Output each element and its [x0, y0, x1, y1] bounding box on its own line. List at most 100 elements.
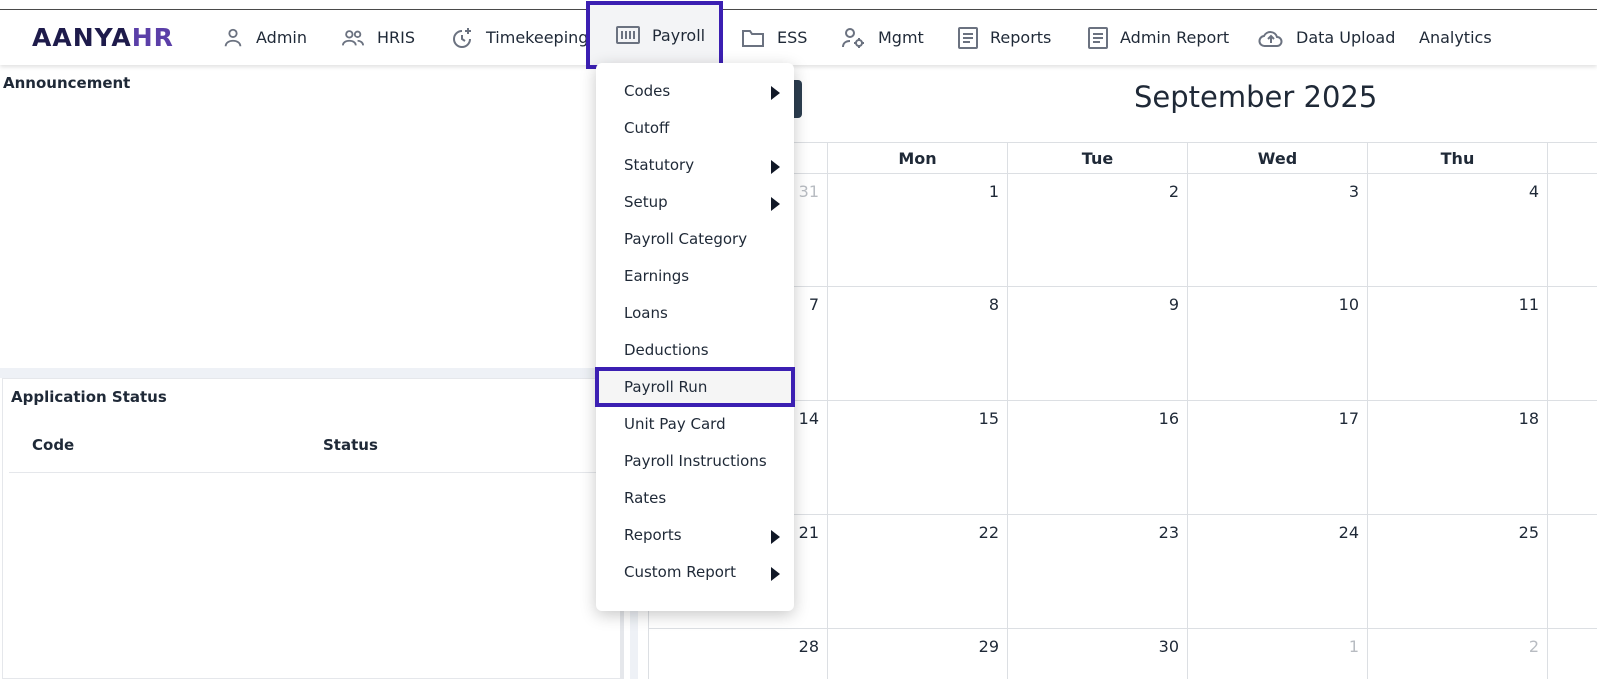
menu-item-label: Rates	[624, 489, 667, 507]
calendar-day-cell[interactable]: 25	[1368, 515, 1548, 629]
calendar-day-cell-partial[interactable]	[1548, 401, 1597, 515]
calendar-day-cell[interactable]: 8	[828, 287, 1008, 401]
calendar-day-cell[interactable]: 17	[1188, 401, 1368, 515]
nav-analytics[interactable]: Analytics	[1419, 10, 1492, 65]
calendar-day-cell[interactable]: 10	[1188, 287, 1368, 401]
menu-item-setup[interactable]: Setup	[596, 184, 794, 220]
weekday-header-tue: Tue	[1008, 142, 1188, 174]
nav-timekeeping[interactable]: Timekeeping	[450, 10, 588, 65]
people-icon	[342, 29, 364, 45]
aanyahr-logo[interactable]: AANYA HR	[32, 22, 174, 52]
logo-text-primary: AANYA	[32, 22, 132, 52]
application-status-panel: Application Status Code Status	[2, 378, 624, 679]
clock-plus-icon	[453, 27, 471, 48]
nav-ess-label: ESS	[777, 28, 808, 47]
menu-item-label: Statutory	[624, 156, 695, 174]
person-gear-icon	[842, 27, 864, 48]
calendar-day-cell[interactable]: 4	[1368, 174, 1548, 287]
menu-item-label: Setup	[624, 193, 668, 211]
menu-item-earnings[interactable]: Earnings	[596, 258, 794, 294]
menu-item-cutoff[interactable]: Cutoff	[596, 110, 794, 146]
nav-analytics-label: Analytics	[1419, 28, 1492, 47]
payroll-icon	[616, 26, 640, 44]
menu-item-unit-pay-card[interactable]: Unit Pay Card	[596, 406, 794, 442]
calendar-day-cell[interactable]: 29	[828, 629, 1008, 679]
calendar-day-cell[interactable]: 22	[828, 515, 1008, 629]
menu-item-codes[interactable]: Codes	[596, 73, 794, 109]
menu-item-deductions[interactable]: Deductions	[596, 332, 794, 368]
nav-timekeeping-label: Timekeeping	[486, 28, 589, 47]
calendar-day-cell[interactable]: 9	[1008, 287, 1188, 401]
calendar-day-cell[interactable]: 28	[648, 629, 828, 679]
menu-item-payroll-run[interactable]: Payroll Run	[595, 367, 795, 407]
calendar-day-cell-partial[interactable]	[1548, 515, 1597, 629]
top-navbar: AANYA HR Admin HRIS Timekeeping Payroll E…	[0, 1, 1597, 69]
menu-item-label: Unit Pay Card	[624, 415, 726, 433]
column-header-code: Code	[32, 436, 75, 454]
calendar-day-cell[interactable]: 15	[828, 401, 1008, 515]
menu-item-label: Payroll Category	[624, 230, 748, 248]
nav-ess[interactable]: ESS	[741, 10, 807, 65]
window-top-border	[0, 0, 1597, 10]
menu-item-custom-report[interactable]: Custom Report	[596, 554, 794, 590]
payroll-dropdown-menu: Codes Cutoff Statutory Setup Payroll Categor…	[595, 63, 795, 611]
calendar-day-cell[interactable]: 2	[1368, 629, 1548, 679]
nav-admin-report[interactable]: Admin Report	[1088, 10, 1229, 65]
nav-hris[interactable]: HRIS	[341, 10, 415, 65]
menu-item-label: Payroll Run	[624, 378, 708, 396]
nav-mgmt-label: Mgmt	[878, 28, 924, 47]
calendar-day-cell[interactable]: 1	[828, 174, 1008, 287]
document-icon	[958, 26, 978, 49]
nav-admin-label: Admin	[256, 28, 307, 47]
nav-hris-label: HRIS	[377, 28, 416, 47]
menu-item-label: Codes	[624, 82, 671, 100]
calendar-title: September 2025	[1134, 80, 1378, 114]
nav-admin-report-label: Admin Report	[1120, 28, 1230, 47]
menu-item-payroll-category[interactable]: Payroll Category	[596, 221, 794, 257]
calendar-day-cell[interactable]: 30	[1008, 629, 1188, 679]
submenu-arrow-icon	[771, 530, 780, 544]
menu-item-label: Cutoff	[624, 119, 670, 137]
nav-admin[interactable]: Admin	[222, 10, 307, 65]
folder-icon	[742, 29, 764, 47]
nav-data-upload[interactable]: Data Upload	[1258, 10, 1395, 65]
menu-item-statutory[interactable]: Statutory	[596, 147, 794, 183]
nav-reports[interactable]: Reports	[958, 10, 1051, 65]
submenu-arrow-icon	[771, 197, 780, 211]
menu-item-payroll-instructions[interactable]: Payroll Instructions	[596, 443, 794, 479]
menu-item-label: Payroll Instructions	[624, 452, 767, 470]
menu-item-label: Reports	[624, 526, 682, 544]
calendar-day-cell-partial[interactable]	[1548, 287, 1597, 401]
nav-data-upload-label: Data Upload	[1296, 28, 1396, 47]
calendar-day-cell[interactable]: 24	[1188, 515, 1368, 629]
nav-payroll[interactable]: Payroll	[586, 1, 724, 69]
person-icon	[224, 28, 242, 46]
menu-item-label: Deductions	[624, 341, 709, 359]
menu-item-label: Loans	[624, 304, 668, 322]
submenu-arrow-icon	[771, 160, 780, 174]
calendar-day-cell-partial[interactable]	[1548, 174, 1597, 287]
calendar-day-cell[interactable]: 11	[1368, 287, 1548, 401]
announcement-title: Announcement	[3, 74, 131, 92]
menu-item-rates[interactable]: Rates	[596, 480, 794, 516]
submenu-arrow-icon	[771, 567, 780, 581]
menu-item-loans[interactable]: Loans	[596, 295, 794, 331]
logo-text-accent: HR	[131, 22, 174, 52]
weekday-header-thu: Thu	[1368, 142, 1548, 174]
table-header-divider	[9, 472, 615, 473]
nav-reports-label: Reports	[990, 28, 1052, 47]
application-status-title: Application Status	[11, 388, 167, 406]
nav-mgmt[interactable]: Mgmt	[842, 10, 924, 65]
menu-item-label: Custom Report	[624, 563, 736, 581]
calendar-day-cell[interactable]: 2	[1008, 174, 1188, 287]
menu-item-reports[interactable]: Reports	[596, 517, 794, 553]
calendar-day-cell[interactable]: 3	[1188, 174, 1368, 287]
calendar-day-cell-partial[interactable]	[1548, 629, 1597, 679]
calendar-day-cell[interactable]: 23	[1008, 515, 1188, 629]
calendar-day-cell[interactable]: 18	[1368, 401, 1548, 515]
calendar-day-cell[interactable]: 1	[1188, 629, 1368, 679]
document-icon	[1088, 26, 1108, 49]
cloud-upload-icon	[1258, 30, 1283, 47]
weekday-header-fri	[1548, 142, 1597, 174]
calendar-day-cell[interactable]: 16	[1008, 401, 1188, 515]
